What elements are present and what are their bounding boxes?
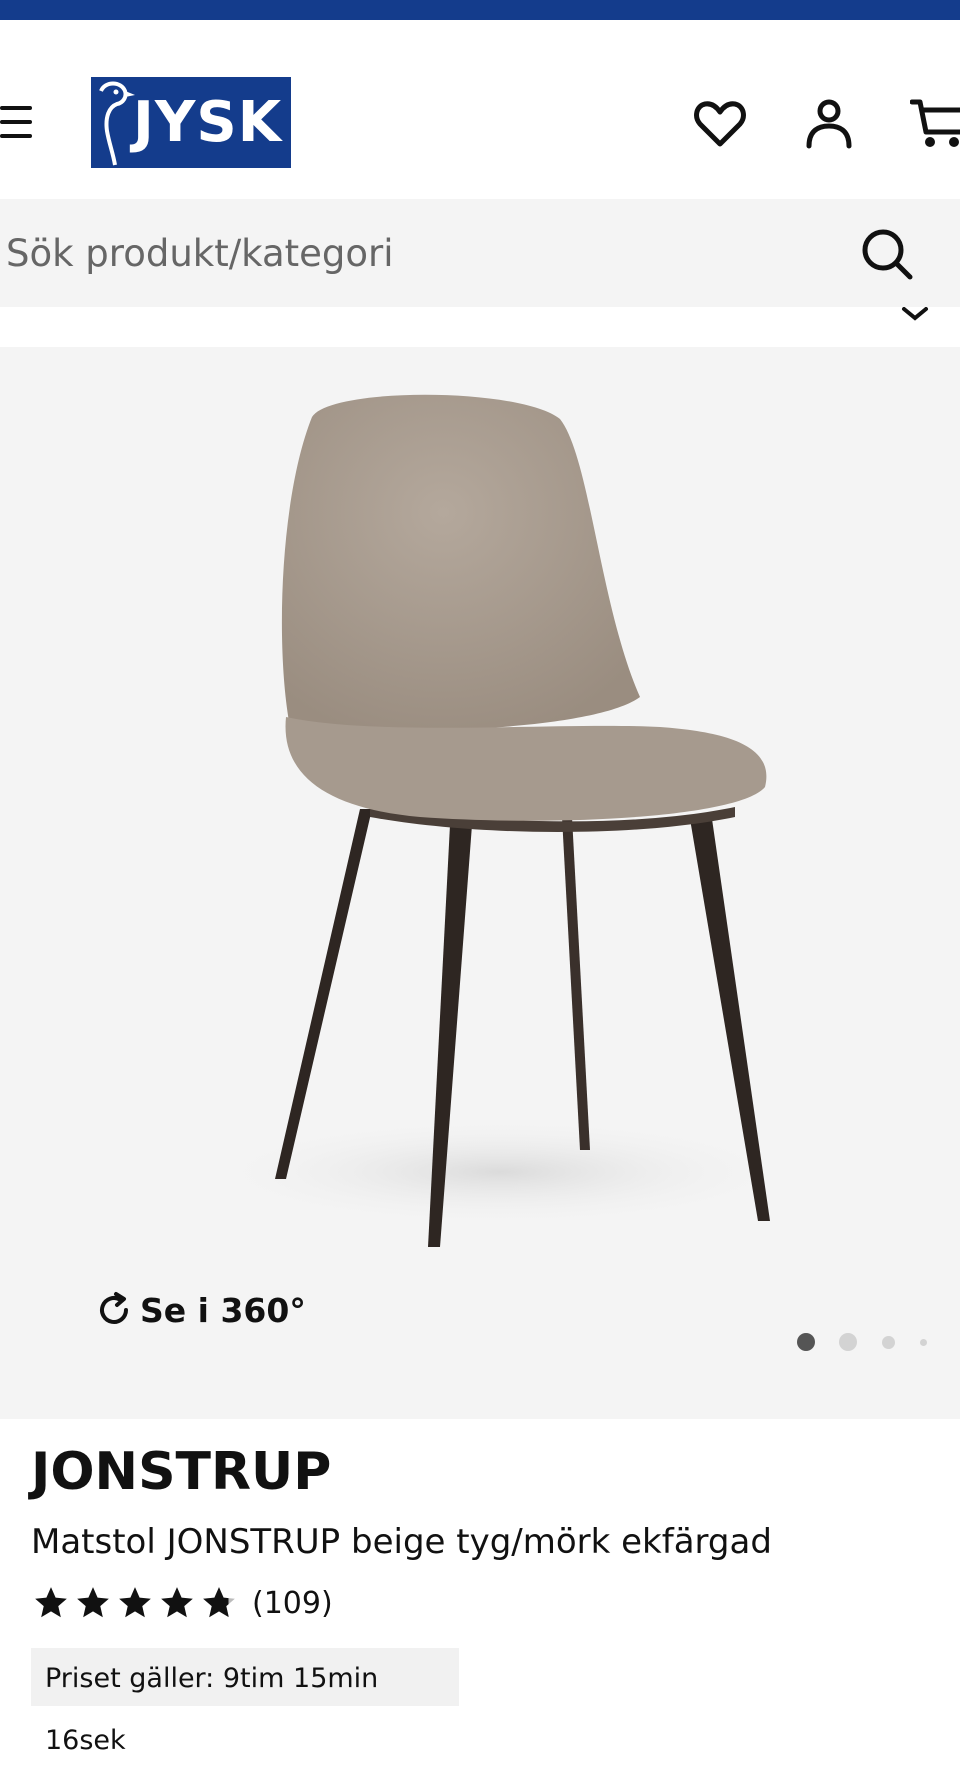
- rotate-icon: [100, 1292, 128, 1324]
- collapsed-section-strip[interactable]: [0, 307, 960, 347]
- product-image-gallery[interactable]: Se i 360°: [0, 347, 960, 1419]
- search-input[interactable]: [0, 199, 840, 307]
- bird-logo-icon: [99, 81, 135, 166]
- gallery-dot[interactable]: [797, 1333, 815, 1351]
- search-bar: [0, 199, 960, 307]
- cart-icon[interactable]: [910, 96, 960, 152]
- product-rating[interactable]: (109): [32, 1580, 333, 1626]
- gallery-pagination: [0, 1330, 960, 1352]
- view-360-button[interactable]: Se i 360°: [94, 1288, 306, 1332]
- menu-icon[interactable]: [0, 104, 34, 140]
- star-icon: [35, 1587, 67, 1618]
- search-icon[interactable]: [858, 225, 916, 283]
- product-description: Matstol JONSTRUP beige tyg/mörk ekfärgad: [31, 1522, 772, 1562]
- price-timer: Priset gäller: 9tim 15min 16sek: [31, 1648, 459, 1756]
- top-brand-bar: [0, 0, 960, 20]
- chevron-down-icon[interactable]: [900, 307, 930, 321]
- heart-icon[interactable]: [692, 96, 748, 152]
- star-icon: [119, 1587, 151, 1618]
- product-image: [200, 394, 800, 1247]
- review-count[interactable]: (109): [252, 1586, 333, 1621]
- star-icon: [161, 1587, 193, 1618]
- gallery-dot[interactable]: [882, 1336, 895, 1349]
- rating-stars: [32, 1584, 242, 1622]
- user-icon[interactable]: [801, 96, 857, 152]
- gallery-dot[interactable]: [839, 1333, 857, 1351]
- logo-text: JYSK: [133, 90, 283, 155]
- product-name: JONSTRUP: [31, 1442, 332, 1502]
- gallery-dot[interactable]: [920, 1339, 927, 1346]
- star-icon: [77, 1587, 109, 1618]
- star-half-icon: [203, 1587, 235, 1618]
- view-360-label: Se i 360°: [140, 1290, 306, 1330]
- jysk-logo[interactable]: JYSK: [91, 77, 291, 168]
- site-header: JYSK: [0, 20, 960, 198]
